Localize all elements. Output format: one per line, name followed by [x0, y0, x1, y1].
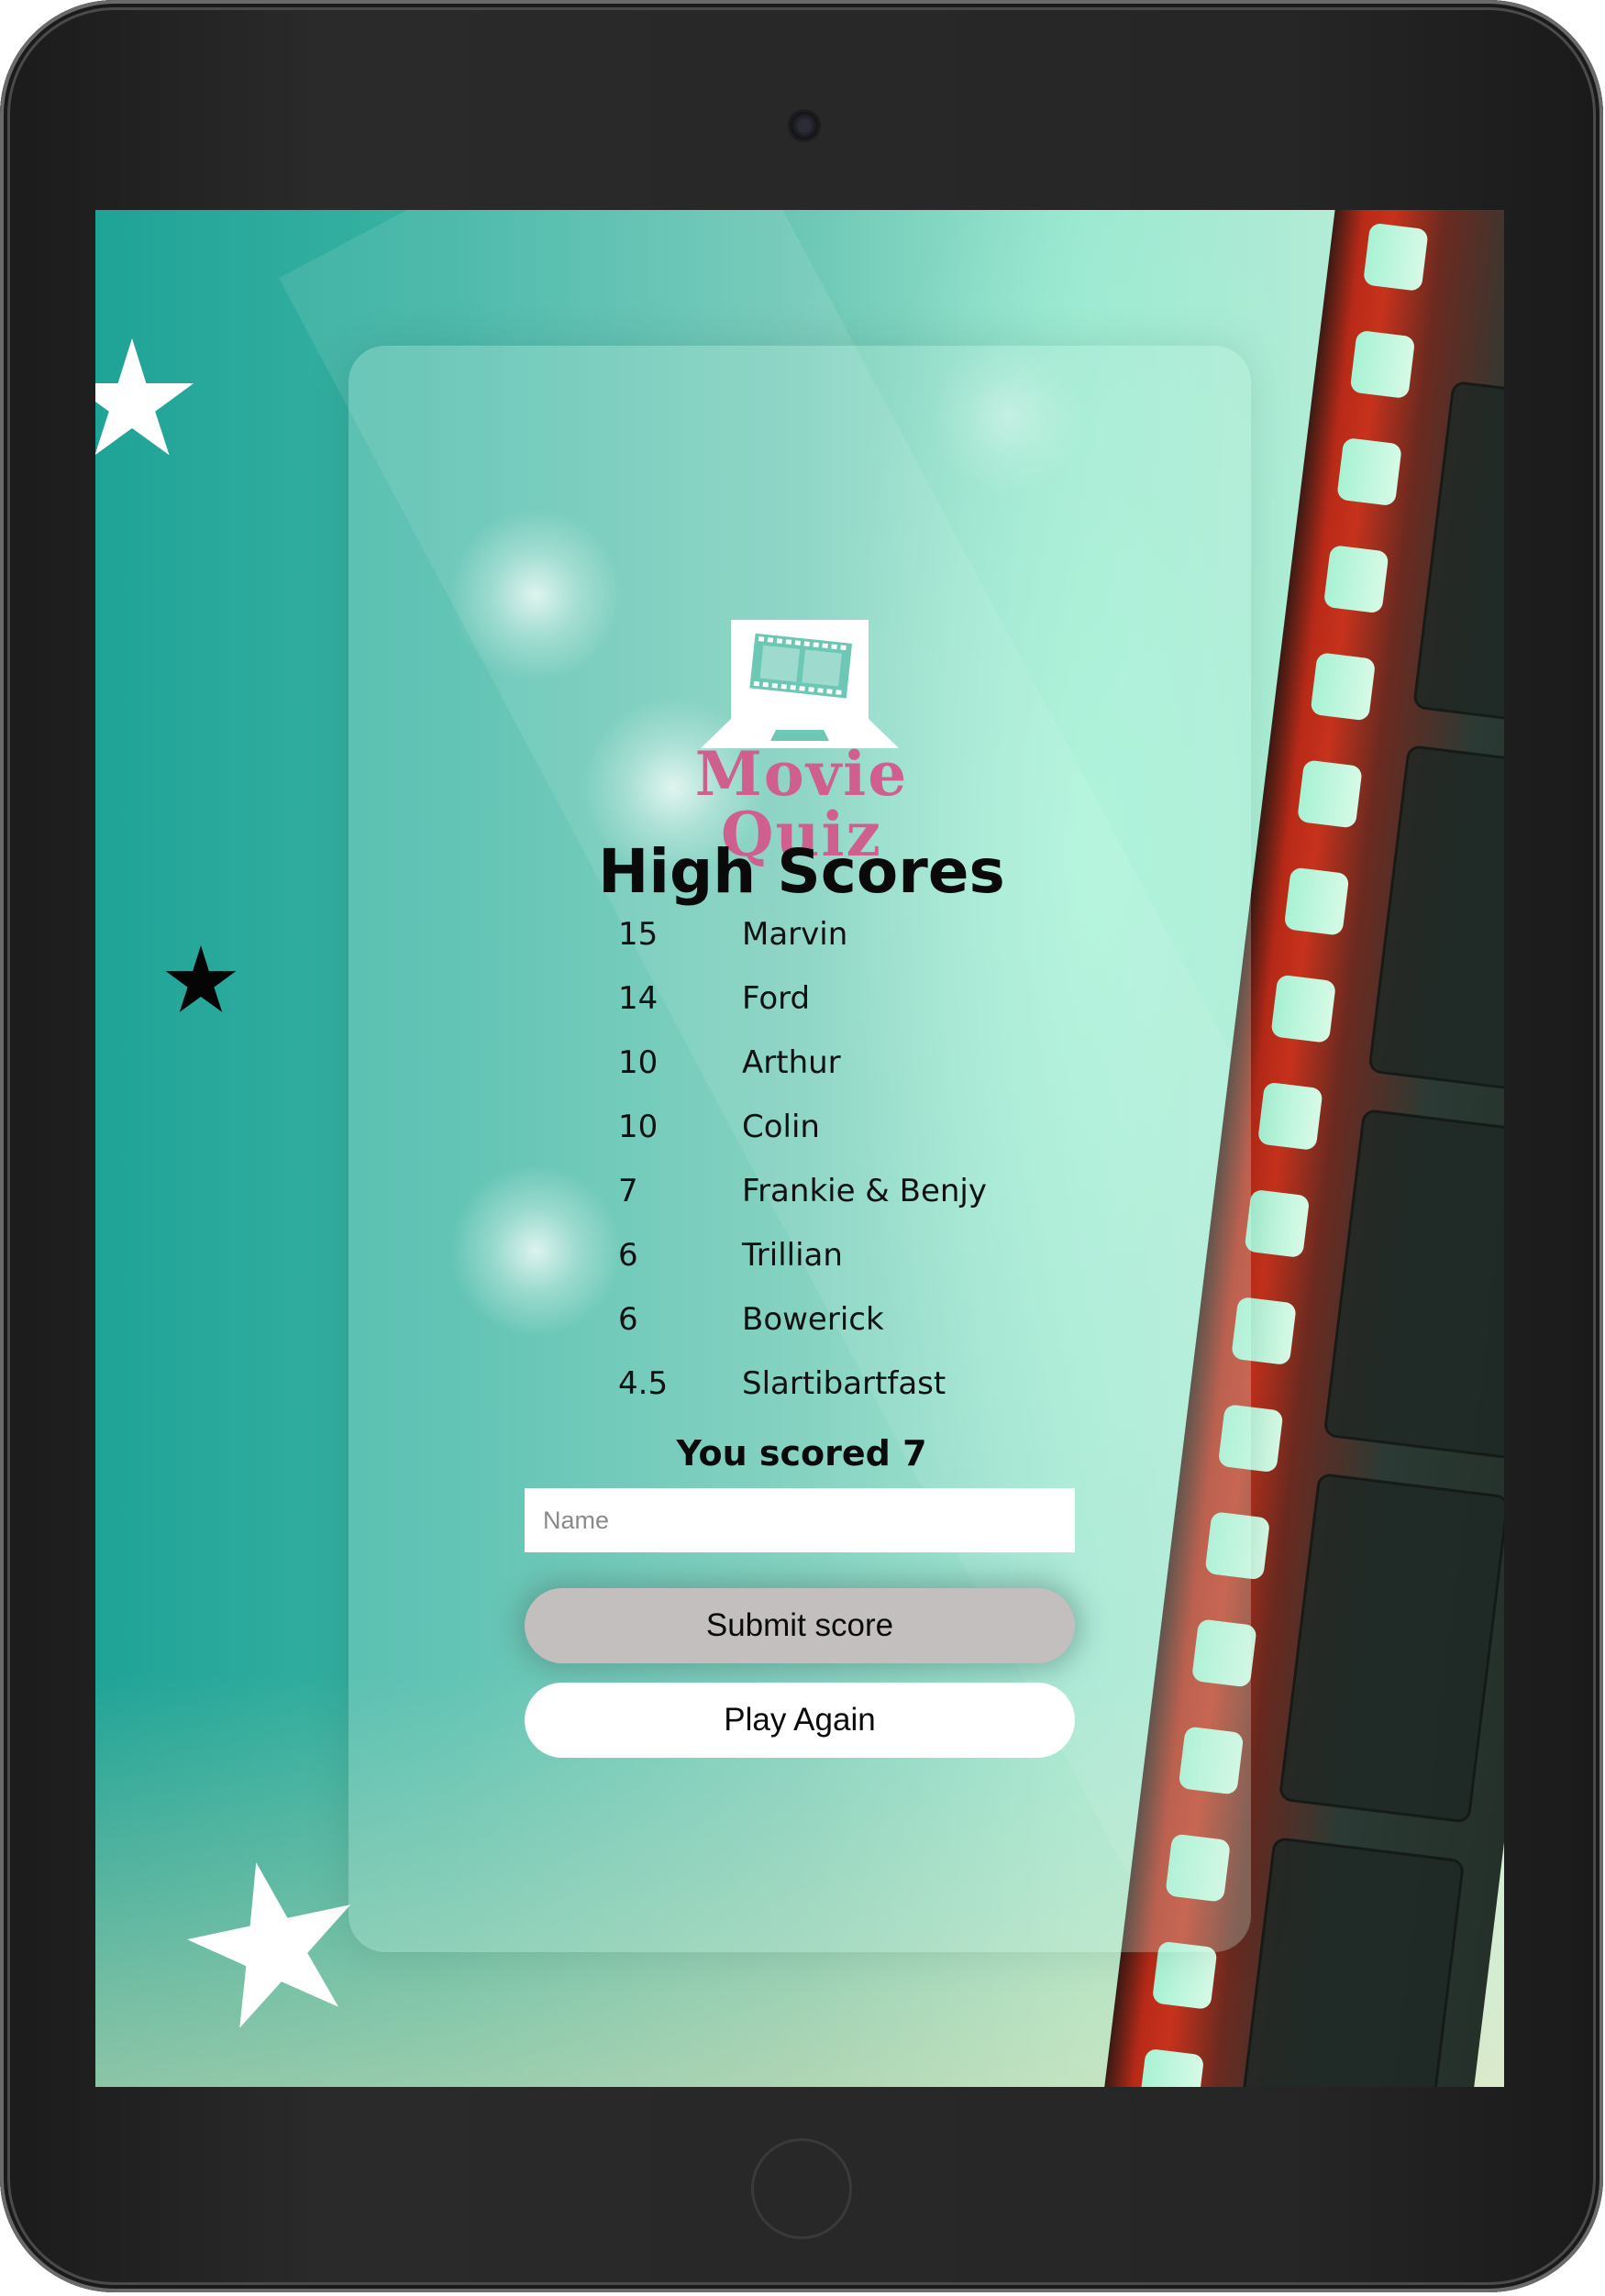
film-frame	[1412, 380, 1504, 732]
film-sprocket-hole	[1270, 974, 1337, 1043]
submit-score-button[interactable]: Submit score	[525, 1588, 1075, 1663]
score-value: 14	[618, 980, 659, 1017]
film-sprocket-hole	[1283, 867, 1350, 936]
film-frame	[1323, 1108, 1504, 1460]
score-row: 6 Trillian	[618, 1238, 1077, 1302]
film-sprocket-hole	[1297, 759, 1363, 829]
film-frame	[1367, 744, 1504, 1096]
score-value: 10	[618, 1044, 659, 1081]
star-icon	[95, 338, 194, 456]
front-camera	[791, 112, 818, 139]
score-value: 4.5	[618, 1365, 669, 1402]
film-sprocket-hole	[1336, 436, 1402, 507]
score-row: 15 Marvin	[618, 917, 1077, 981]
player-name: Ford	[742, 980, 811, 1017]
player-name: Bowerick	[742, 1301, 884, 1338]
score-row: 14 Ford	[618, 981, 1077, 1045]
player-name: Arthur	[742, 1044, 841, 1081]
film-frame	[1278, 1472, 1504, 1824]
film-sprocket-hole	[1323, 545, 1389, 614]
film-sprocket-hole	[1244, 1188, 1311, 1259]
score-value: 6	[618, 1301, 638, 1338]
score-row: 10 Colin	[618, 1109, 1077, 1174]
player-name: Trillian	[742, 1237, 843, 1274]
score-value: 10	[618, 1109, 659, 1145]
score-row: 10 Arthur	[618, 1045, 1077, 1109]
player-name: Slartibartfast	[742, 1365, 946, 1402]
app-screen: Movie Quiz High Scores 15 Marvin 14 Ford…	[95, 210, 1504, 2087]
score-row: 4.5 Slartibartfast	[618, 1366, 1077, 1430]
film-sprocket-hole	[1349, 329, 1416, 400]
star-icon	[171, 1844, 377, 2050]
film-sprocket-hole	[1138, 2048, 1205, 2087]
name-input[interactable]	[525, 1488, 1075, 1552]
score-value: 15	[618, 916, 659, 953]
score-row: 7 Frankie & Benjy	[618, 1174, 1077, 1238]
high-scores-title: High Scores	[598, 836, 1005, 907]
home-button[interactable]	[751, 2138, 852, 2239]
score-value: 6	[618, 1237, 638, 1274]
film-frame	[1234, 1836, 1466, 2087]
player-name: Colin	[742, 1109, 820, 1145]
play-again-button[interactable]: Play Again	[525, 1683, 1075, 1758]
film-sprocket-hole	[1362, 222, 1429, 292]
score-value: 7	[618, 1173, 638, 1209]
high-scores-list: 15 Marvin 14 Ford 10 Arthur 10 Colin 7 F…	[618, 917, 1077, 1430]
film-sprocket-hole	[1310, 652, 1377, 722]
final-score-text: You scored 7	[676, 1433, 927, 1474]
player-name: Marvin	[742, 916, 848, 953]
star-icon	[165, 945, 237, 1012]
player-name: Frankie & Benjy	[742, 1173, 987, 1209]
score-row: 6 Bowerick	[618, 1302, 1077, 1366]
film-sprocket-hole	[1256, 1081, 1323, 1151]
tablet-frame: Movie Quiz High Scores 15 Marvin 14 Ford…	[0, 0, 1603, 2292]
